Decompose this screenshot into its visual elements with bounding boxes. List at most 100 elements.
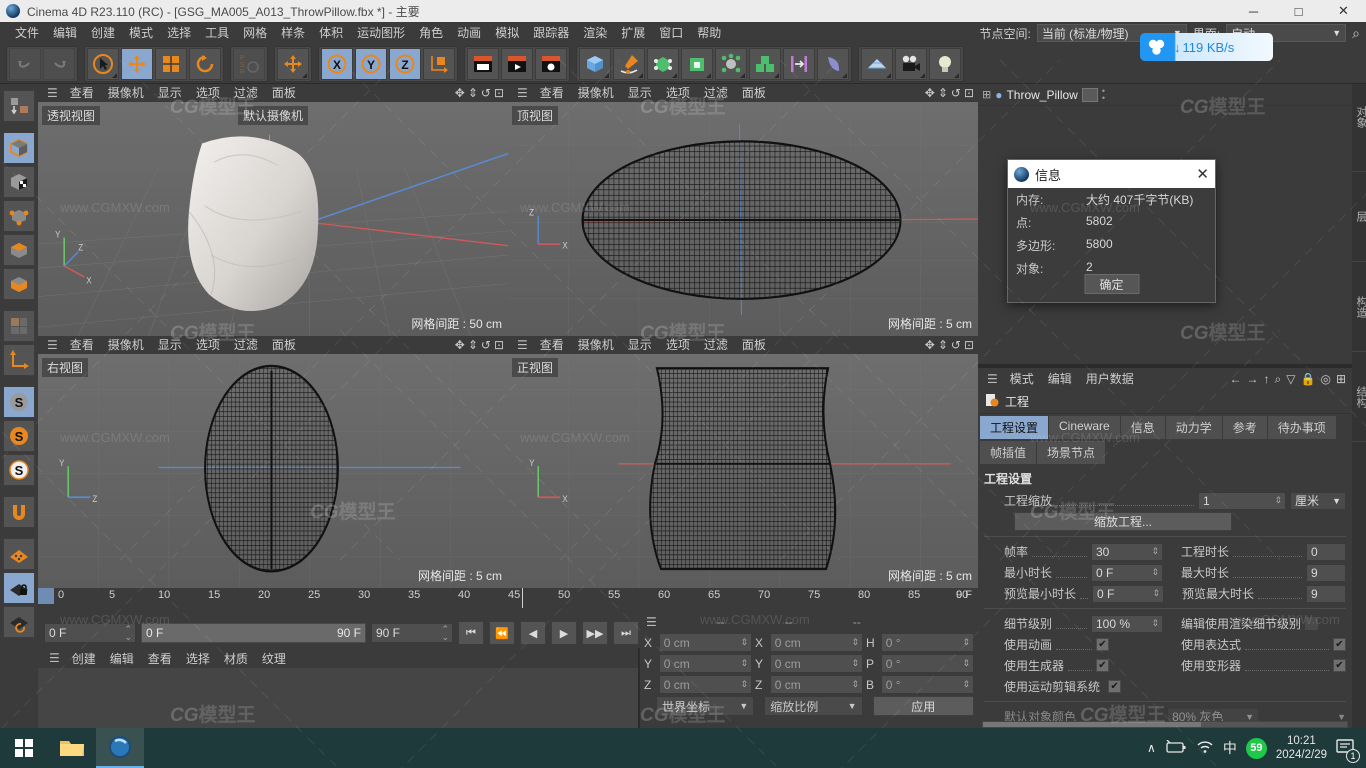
workplane-rotate-button[interactable] — [3, 606, 35, 638]
polygon-mode-button[interactable] — [3, 268, 35, 300]
axis-mode-button[interactable] — [3, 344, 35, 376]
menu-item-create[interactable]: 创建 — [84, 22, 122, 44]
use-generator-checkbox[interactable]: ✔ — [1096, 659, 1109, 672]
vp-menu-options[interactable]: 选项 — [659, 336, 697, 354]
hamburger-icon[interactable]: ☰ — [512, 338, 533, 352]
menu-item-tracker[interactable]: 跟踪器 — [526, 22, 576, 44]
hamburger-icon[interactable]: ☰ — [44, 651, 65, 665]
spinner-icon[interactable]: ⇕ — [851, 637, 859, 648]
hamburger-icon[interactable]: ☰ — [512, 86, 533, 100]
tab-info[interactable]: 信息 — [1120, 416, 1165, 439]
attribute-scrollbar-thumb[interactable] — [983, 722, 1202, 727]
floor-object-button[interactable] — [861, 47, 893, 80]
viewport-perspective-camera[interactable]: 默认摄像机 — [237, 106, 309, 125]
material-manager-body[interactable] — [38, 668, 638, 732]
cinema4d-taskbar-button[interactable] — [96, 728, 144, 768]
spinner-icon[interactable]: ⌃ ⌄ — [441, 625, 449, 642]
menu-item-select[interactable]: 选择 — [160, 22, 198, 44]
hamburger-icon[interactable]: ☰ — [42, 338, 63, 352]
size-z-input[interactable]: 0 cm ⇕ — [769, 675, 863, 694]
attribute-scrollbar[interactable] — [982, 721, 1348, 728]
spinner-icon[interactable]: ⇕ — [851, 679, 859, 690]
menu-item-render[interactable]: 渲染 — [576, 22, 614, 44]
hamburger-icon[interactable]: ☰ — [982, 372, 1003, 386]
start-button[interactable] — [0, 728, 48, 768]
maximize-viewport-icon[interactable]: ⊡ — [494, 86, 504, 100]
array-object-button[interactable] — [681, 47, 713, 80]
maximize-viewport-icon[interactable]: ⊡ — [964, 86, 974, 100]
mm-menu-view[interactable]: 查看 — [141, 650, 179, 667]
use-animation-checkbox[interactable]: ✔ — [1096, 638, 1109, 651]
spinner-icon[interactable]: ⇕ — [1151, 567, 1159, 578]
battery-icon[interactable] — [1165, 739, 1187, 757]
move-axis-button[interactable] — [277, 47, 309, 80]
record-icon[interactable]: ◎ — [1320, 372, 1330, 386]
search-icon[interactable]: ⌕ — [1275, 372, 1282, 387]
menu-item-volume[interactable]: 体积 — [312, 22, 350, 44]
vp-menu-options[interactable]: 选项 — [659, 84, 697, 102]
expand-icon[interactable]: ⊞ — [982, 88, 991, 101]
timeline-playhead[interactable] — [38, 588, 54, 604]
snap-mode-s2-button[interactable]: S — [3, 420, 35, 452]
viewport-top[interactable]: ☰ 查看 摄像机 显示 选项 过滤 面板 ✥ ⇕ ↺ ⊡ Z X 顶视图 网格间… — [508, 84, 978, 336]
mm-menu-material[interactable]: 材质 — [217, 650, 255, 667]
vp-menu-panel[interactable]: 面板 — [265, 336, 303, 354]
pan-icon[interactable]: ✥ — [925, 86, 935, 100]
notification-badge[interactable]: 59 — [1245, 737, 1267, 759]
rot-b-input[interactable]: 0 ° ⇕ — [880, 675, 974, 694]
rotate-icon[interactable]: ↺ — [951, 86, 961, 100]
duration-input[interactable]: 0 — [1306, 542, 1346, 561]
menu-item-edit[interactable]: 编辑 — [46, 22, 84, 44]
viewport-perspective-canvas[interactable]: Y X Z 透视视图 默认摄像机 网格间距 : 50 cm — [38, 102, 508, 336]
coordinate-system-select[interactable]: 世界坐标 ▼ — [656, 696, 755, 716]
vp-menu-view[interactable]: 查看 — [63, 336, 101, 354]
project-scale-unit-select[interactable]: 厘米 ▼ — [1290, 491, 1346, 510]
preview-max-input[interactable]: 9 — [1306, 584, 1346, 603]
prev-keyframe-button[interactable]: ⏪ — [489, 621, 515, 645]
viewport-top-canvas[interactable]: Z X 顶视图 网格间距 : 5 cm — [508, 102, 978, 336]
tab-todo[interactable]: 待办事项 — [1267, 416, 1336, 439]
use-deformer-checkbox[interactable]: ✔ — [1333, 659, 1346, 672]
nurbs-generator-button[interactable] — [647, 47, 679, 80]
search-icon[interactable]: ⌕ — [1352, 25, 1360, 42]
lock-y-axis-button[interactable]: Y — [355, 47, 387, 80]
redo-button[interactable] — [43, 47, 75, 80]
lock-x-axis-button[interactable]: X — [321, 47, 353, 80]
menu-item-file[interactable]: 文件 — [8, 22, 46, 44]
vp-menu-view[interactable]: 查看 — [533, 84, 571, 102]
preview-range-bar[interactable]: 0 F 90 F — [141, 623, 366, 643]
zoom-icon[interactable]: ⇕ — [938, 338, 948, 352]
scale-mode-select[interactable]: 缩放比例 ▼ — [764, 696, 863, 716]
timeline-ticks[interactable]: 0 5 10 15 20 25 30 35 40 45 50 55 60 65 … — [38, 588, 978, 608]
deformer-button[interactable] — [715, 47, 747, 80]
step-back-button[interactable]: ◀ — [520, 621, 546, 645]
model-mode-button[interactable] — [3, 132, 35, 164]
download-speed-toast[interactable]: ↓ 119 KB/s — [1140, 33, 1273, 61]
vp-menu-view[interactable]: 查看 — [533, 336, 571, 354]
move-tool-button[interactable] — [121, 47, 153, 80]
viewport-front-canvas[interactable]: Y X 正视图 网格间距 : 5 cm — [508, 354, 978, 588]
cube-primitive-button[interactable] — [579, 47, 611, 80]
pan-icon[interactable]: ✥ — [925, 338, 935, 352]
use-motion-clip-checkbox[interactable]: ✔ — [1108, 680, 1122, 693]
back-icon[interactable]: ← — [1230, 372, 1242, 386]
am-menu-userdata[interactable]: 用户数据 — [1079, 368, 1141, 390]
point-mode-button[interactable] — [3, 200, 35, 232]
mm-menu-create[interactable]: 创建 — [65, 650, 103, 667]
menu-item-character[interactable]: 角色 — [412, 22, 450, 44]
lock-icon[interactable]: 🔒 — [1301, 372, 1316, 386]
coordinate-system-button[interactable] — [423, 47, 455, 80]
texture-mode-button[interactable] — [3, 166, 35, 198]
menu-item-animation[interactable]: 动画 — [450, 22, 488, 44]
vp-menu-filter[interactable]: 过滤 — [227, 84, 265, 102]
pan-icon[interactable]: ✥ — [455, 86, 465, 100]
spinner-icon[interactable]: ⇕ — [962, 679, 970, 690]
vtab-construct[interactable]: 构造 — [1352, 262, 1366, 352]
tray-expand-icon[interactable]: ∧ — [1147, 741, 1156, 755]
zoom-icon[interactable]: ⇕ — [468, 338, 478, 352]
field-object-button[interactable] — [817, 47, 849, 80]
tab-reference[interactable]: 参考 — [1222, 416, 1267, 439]
magnet-tool-button[interactable] — [3, 496, 35, 528]
vp-menu-display[interactable]: 显示 — [151, 84, 189, 102]
play-button[interactable]: ▶ — [551, 621, 577, 645]
